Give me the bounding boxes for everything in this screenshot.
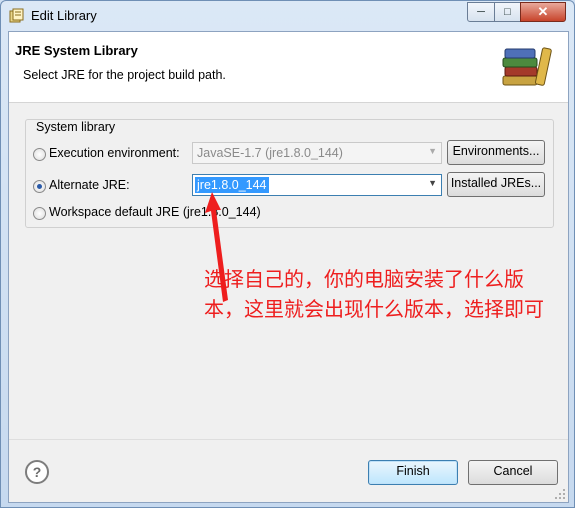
eclipse-app-icon bbox=[9, 8, 24, 23]
installed-jres-button[interactable]: Installed JREs... bbox=[447, 172, 545, 197]
close-button[interactable]: ✕ bbox=[520, 2, 566, 22]
minimize-icon: ─ bbox=[477, 6, 485, 18]
alternate-jre-label: Alternate JRE: bbox=[49, 178, 130, 192]
help-icon[interactable]: ? bbox=[25, 460, 49, 484]
library-books-icon bbox=[502, 47, 552, 86]
chevron-down-icon: ▼ bbox=[428, 146, 437, 156]
footer-separator bbox=[9, 439, 568, 440]
dialog-body: JRE System Library Select JRE for the pr… bbox=[8, 31, 569, 503]
alternate-jre-value: jre1.8.0_144 bbox=[195, 177, 269, 193]
close-icon: ✕ bbox=[537, 4, 549, 19]
environments-button[interactable]: Environments... bbox=[447, 140, 545, 165]
execution-environment-value: JavaSE-1.7 (jre1.8.0_144) bbox=[197, 146, 343, 160]
cancel-button[interactable]: Cancel bbox=[468, 460, 558, 485]
chevron-down-icon: ▼ bbox=[428, 178, 437, 188]
header-title: JRE System Library bbox=[15, 43, 138, 58]
window-title: Edit Library bbox=[31, 8, 97, 23]
alternate-jre-radio[interactable] bbox=[33, 180, 46, 193]
annotation-line-2: 本，这里就会出现什么版本，选择即可 bbox=[204, 299, 544, 321]
header-description: Select JRE for the project build path. bbox=[23, 68, 226, 82]
minimize-button[interactable]: ─ bbox=[467, 2, 495, 22]
execution-environment-label: Execution environment: bbox=[49, 146, 180, 160]
finish-button[interactable]: Finish bbox=[368, 460, 458, 485]
resize-grip-icon[interactable] bbox=[554, 488, 566, 500]
title-bar[interactable]: Edit Library ─ □ ✕ bbox=[1, 1, 574, 31]
dialog-header: JRE System Library Select JRE for the pr… bbox=[9, 32, 568, 103]
maximize-button[interactable]: □ bbox=[494, 2, 521, 22]
maximize-icon: □ bbox=[504, 6, 511, 18]
edit-library-dialog: Edit Library ─ □ ✕ JRE System Library Se… bbox=[0, 0, 575, 508]
annotation-line-1: 选择自己的，你的电脑安装了什么版 bbox=[204, 269, 524, 291]
system-library-label: System library bbox=[33, 120, 119, 134]
workspace-default-radio[interactable] bbox=[33, 207, 46, 220]
execution-environment-radio[interactable] bbox=[33, 148, 46, 161]
execution-environment-select[interactable]: JavaSE-1.7 (jre1.8.0_144) ▼ bbox=[192, 142, 442, 164]
